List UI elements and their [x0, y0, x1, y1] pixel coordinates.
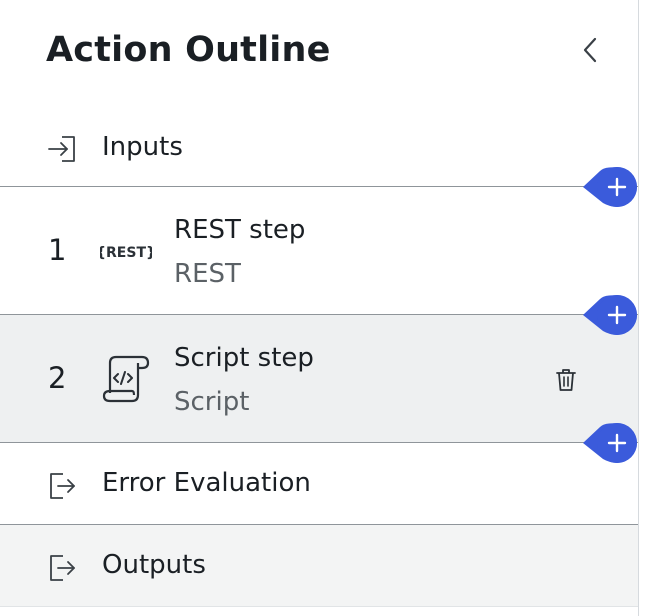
outline-item-inputs[interactable]: Inputs [0, 104, 638, 187]
step-name: REST step [174, 215, 306, 245]
outline-item-error-evaluation[interactable]: Error Evaluation [0, 443, 638, 525]
step-number: 1 [48, 233, 67, 267]
trash-icon[interactable] [553, 367, 579, 393]
rest-icon: {REST} [100, 245, 152, 261]
outline-step-rest[interactable]: 1 {REST} REST step REST [0, 187, 638, 315]
error-evaluation-label: Error Evaluation [102, 468, 311, 498]
collapse-panel-button[interactable] [572, 32, 608, 68]
svg-text:{REST}: {REST} [100, 245, 152, 261]
outputs-label: Outputs [102, 550, 206, 580]
page-title: Action Outline [46, 30, 331, 70]
step-number: 2 [48, 361, 67, 395]
step-type: REST [174, 259, 241, 289]
add-step-button[interactable] [583, 295, 637, 335]
panel-header: Action Outline [0, 0, 638, 104]
step-name: Script step [174, 343, 314, 373]
outline-step-script[interactable]: 2 Script step Script [0, 315, 638, 443]
step-type: Script [174, 387, 250, 417]
outline-item-outputs[interactable]: Outputs [0, 525, 638, 607]
add-step-button[interactable] [583, 167, 637, 207]
chevron-left-icon [583, 37, 597, 63]
sign-in-icon [48, 136, 75, 162]
sign-out-icon [50, 555, 75, 581]
action-outline-panel: Action Outline Inputs 1 {REST} REST step… [0, 0, 639, 616]
inputs-label: Inputs [102, 132, 183, 162]
script-scroll-icon [102, 355, 150, 403]
sign-out-icon [50, 473, 75, 499]
add-step-button[interactable] [583, 423, 637, 463]
